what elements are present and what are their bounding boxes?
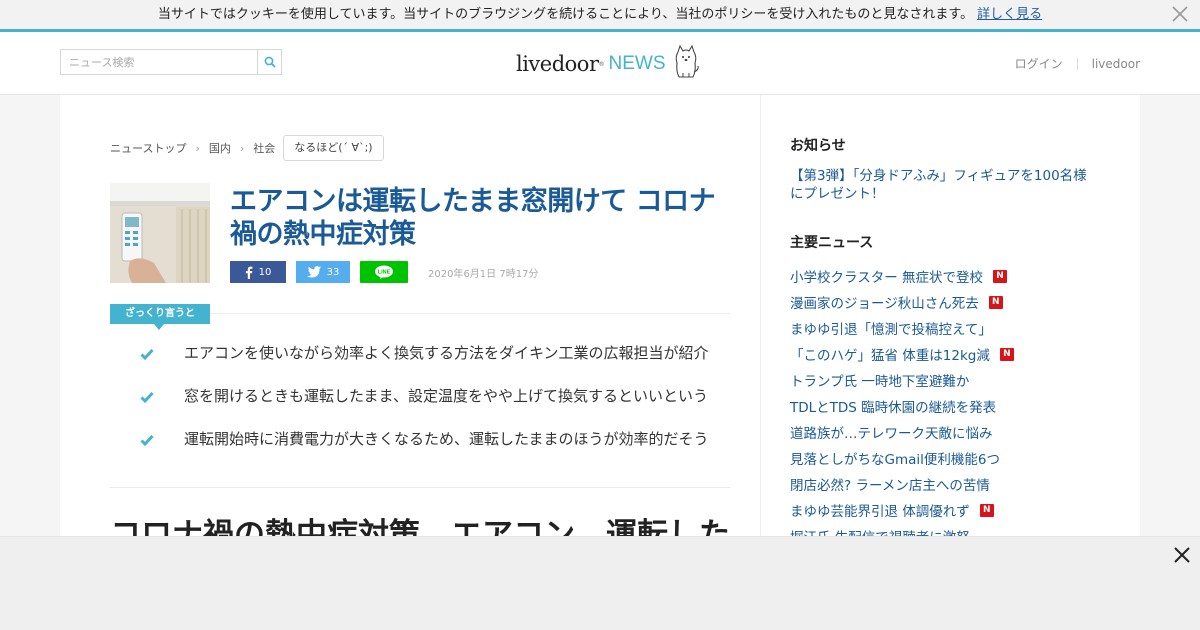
breadcrumb-item-domestic[interactable]: 国内 [209, 140, 231, 156]
search-box [60, 49, 282, 75]
site-header: livedoor® NEWS ログイン livedoor [0, 32, 1200, 95]
news-item-title[interactable]: まゆゆ芸能界引退 体調優れず [790, 500, 970, 520]
reaction-tag[interactable]: なるほど(´ ∀`;) [283, 135, 384, 161]
summary-label: ざっくり言うと [110, 304, 210, 330]
line-share-button[interactable]: LINE [360, 261, 408, 283]
list-item: エアコンを使いながら効率よく換気する方法をダイキン工業の広報担当が紹介 [140, 343, 740, 386]
summary-points: エアコンを使いながら効率よく換気する方法をダイキン工業の広報担当が紹介 窓を開け… [140, 343, 740, 472]
news-item-title[interactable]: 閉店必然? ラーメン店主への苦情 [790, 474, 990, 494]
close-icon[interactable] [1172, 545, 1192, 565]
news-item-title[interactable]: 「このハゲ」猛省 体重は12kg減 [790, 344, 990, 364]
news-item[interactable]: 閉店必然? ラーメン店主への苦情 [790, 471, 1120, 497]
search-icon [264, 56, 276, 68]
site-logo[interactable]: livedoor ® NEWS [516, 44, 700, 84]
news-item-title[interactable]: 見落としがちなGmail便利機能6つ [790, 448, 1000, 468]
notice-heading: お知らせ [790, 138, 846, 154]
line-icon-label: LINE [378, 270, 391, 276]
logo-livedoor: livedoor [516, 52, 599, 76]
facebook-count: 10 [258, 266, 272, 278]
search-input[interactable] [61, 50, 257, 74]
summary-label-text: ざっくり言うと [125, 308, 195, 319]
news-list: 小学校クラスター 無症状で登校 N 漫画家のジョージ秋山さん死去 N まゆゆ引退「憶… [790, 263, 1120, 549]
livedoor-link[interactable]: livedoor [1092, 57, 1140, 71]
facebook-share-button[interactable]: 10 [230, 261, 286, 283]
news-item-title[interactable]: TDLとTDS 臨時休園の継続を発表 [790, 396, 996, 416]
news-item-title[interactable]: 小学校クラスター 無症状で登校 [790, 266, 983, 286]
divider [110, 487, 730, 488]
search-button[interactable] [257, 50, 281, 74]
news-item[interactable]: まゆゆ芸能界引退 体調優れず N [790, 497, 1120, 523]
news-item[interactable]: トランプ氏 一時地下室避難か [790, 367, 1120, 393]
breadcrumb-item-society[interactable]: 社会 [253, 140, 275, 156]
header-nav: ログイン livedoor [1015, 55, 1140, 72]
notice-link[interactable]: 【第3弾】「分身ドアふみ」フィギュアを100名様にプレゼント！ [790, 167, 1100, 203]
news-item-title[interactable]: まゆゆ引退「憶測で投稿控えて」 [790, 318, 992, 338]
line-icon: LINE [375, 265, 393, 279]
twitter-count: 33 [326, 266, 340, 278]
cookie-banner: 当サイトではクッキーを使用しています。当サイトのブラウジングを続けることにより、… [0, 0, 1200, 32]
article-title: エアコンは運転したまま窓開けて コロナ禍の熱中症対策 [230, 186, 716, 250]
news-item[interactable]: TDLとTDS 臨時休園の継続を発表 [790, 393, 1120, 419]
cookie-message: 当サイトではクッキーを使用しています。当サイトのブラウジングを続けることにより、… [157, 7, 974, 22]
news-item[interactable]: 漫画家のジョージ秋山さん死去 N [790, 289, 1120, 315]
summary-point-text: エアコンを使いながら効率よく換気する方法をダイキン工業の広報担当が紹介 [184, 344, 709, 362]
publish-date: 2020年6月1日 7時17分 [428, 269, 539, 280]
chevron-right-icon: › [239, 141, 245, 155]
list-item: 運転開始時に消費電力が大きくなるため、運転したままのほうが効率的だそう [140, 429, 740, 472]
new-badge: N [999, 347, 1014, 361]
check-icon [140, 431, 154, 451]
new-badge: N [988, 295, 1003, 309]
new-badge: N [979, 503, 994, 517]
twitter-share-button[interactable]: 33 [296, 261, 350, 283]
news-heading: 主要ニュース [790, 235, 874, 251]
cookie-more-link[interactable]: 詳しく見る [977, 7, 1042, 22]
news-item[interactable]: 小学校クラスター 無症状で登校 N [790, 263, 1120, 289]
breadcrumb: ニューストップ › 国内 › 社会 なるほど(´ ∀`;) [110, 135, 384, 161]
news-item[interactable]: 「このハゲ」猛省 体重は12kg減 N [790, 341, 1120, 367]
chevron-right-icon: › [195, 141, 200, 155]
twitter-icon [306, 266, 321, 278]
news-item-title[interactable]: トランプ氏 一時地下室避難か [790, 370, 969, 390]
list-item: 窓を開けるときも運転したまま、設定温度をやや上げて換気するといいという [140, 386, 740, 429]
new-badge: N [993, 269, 1008, 283]
divider [1076, 57, 1078, 70]
news-item-title[interactable]: 道路族が…テレワーク天敵に悩み [790, 422, 993, 442]
check-icon [140, 345, 154, 365]
overlay-ad [0, 536, 1200, 630]
close-icon[interactable] [1170, 4, 1190, 24]
breadcrumb-item-top[interactable]: ニューストップ [110, 140, 186, 156]
news-item-title[interactable]: 漫画家のジョージ秋山さん死去 [790, 292, 979, 312]
dog-mascot-icon [672, 44, 700, 84]
login-link[interactable]: ログイン [1015, 55, 1063, 72]
summary-point-text: 運転開始時に消費電力が大きくなるため、運転したままのほうが効率的だそう [184, 430, 709, 448]
check-icon [140, 388, 154, 408]
facebook-icon [245, 266, 253, 279]
news-item[interactable]: 道路族が…テレワーク天敵に悩み [790, 419, 1120, 445]
summary-point-text: 窓を開けるときも運転したまま、設定温度をやや上げて換気するといいという [184, 387, 708, 405]
logo-news: NEWS [608, 53, 666, 74]
article-thumbnail[interactable] [110, 183, 210, 283]
news-item[interactable]: 見落としがちなGmail便利機能6つ [790, 445, 1120, 471]
news-item[interactable]: まゆゆ引退「憶測で投稿控えて」 [790, 315, 1120, 341]
